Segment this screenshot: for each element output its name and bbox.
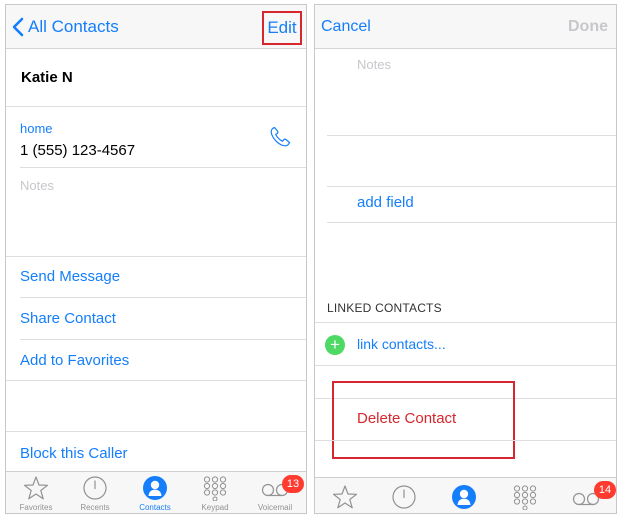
delete-contact-button[interactable]: Delete Contact	[357, 410, 456, 427]
divider	[327, 186, 616, 187]
tab-contacts-label: Contacts	[139, 503, 171, 512]
add-link-plus-icon[interactable]: +	[325, 335, 345, 355]
phone-icon[interactable]	[268, 125, 292, 154]
contact-name: Katie N	[21, 69, 73, 86]
tab-favorites-label: Favorites	[19, 503, 53, 512]
send-message-button[interactable]: Send Message	[20, 268, 120, 285]
tab-bar: Favorites Recents Contacts Keypad Voicem…	[6, 471, 306, 513]
chevron-left-icon	[12, 17, 24, 37]
tab-recents-label: Recents	[80, 503, 110, 512]
keypad-icon	[513, 485, 537, 510]
edit-button[interactable]: Edit	[262, 11, 302, 45]
add-field-button[interactable]: add field	[357, 194, 414, 211]
divider	[20, 167, 306, 168]
edit-contact-screen: Cancel Done Notes add field LINKED CONTA…	[314, 4, 617, 514]
tab-contacts[interactable]	[434, 484, 494, 510]
divider	[20, 297, 306, 298]
clock-icon	[83, 476, 107, 500]
divider	[327, 222, 616, 223]
voicemail-badge: 13	[282, 475, 304, 493]
block-caller-button[interactable]: Block this Caller	[20, 445, 128, 462]
notes-field[interactable]: Notes	[357, 57, 391, 72]
divider	[315, 322, 616, 323]
all-contacts-back-button[interactable]: All Contacts	[12, 15, 119, 39]
tab-keypad-label: Keypad	[201, 503, 229, 512]
tab-favorites[interactable]: Favorites	[6, 475, 66, 512]
tab-recents[interactable]: Recents	[65, 475, 125, 512]
divider	[315, 440, 616, 441]
divider	[6, 256, 306, 257]
divider	[20, 339, 306, 340]
star-icon	[332, 485, 358, 509]
navigation-bar: All Contacts Edit	[6, 5, 306, 49]
voicemail-badge: 14	[594, 481, 616, 499]
phone-type-label: home	[20, 121, 53, 136]
share-contact-button[interactable]: Share Contact	[20, 310, 116, 327]
tab-bar: 14	[315, 477, 616, 513]
phone-number[interactable]: 1 (555) 123-4567	[20, 142, 135, 159]
notes-field[interactable]: Notes	[20, 178, 54, 193]
divider	[6, 431, 306, 432]
tab-contacts[interactable]: Contacts	[125, 475, 185, 512]
tab-keypad[interactable]	[495, 484, 555, 510]
edit-button-label: Edit	[267, 18, 297, 37]
cancel-button[interactable]: Cancel	[321, 18, 371, 36]
keypad-icon	[203, 476, 227, 501]
link-contacts-button[interactable]: link contacts...	[357, 336, 446, 352]
tab-recents[interactable]	[374, 484, 434, 510]
divider	[327, 135, 616, 136]
divider	[6, 106, 306, 107]
star-icon	[23, 476, 49, 500]
add-to-favorites-button[interactable]: Add to Favorites	[20, 352, 129, 369]
back-button-label: All Contacts	[28, 17, 119, 36]
divider	[6, 380, 306, 381]
linked-contacts-header: LINKED CONTACTS	[327, 301, 442, 315]
contact-detail-screen: All Contacts Edit Katie N home 1 (555) 1…	[5, 4, 307, 514]
divider	[315, 365, 616, 366]
tab-favorites[interactable]	[315, 484, 375, 510]
tab-voicemail-label: Voicemail	[257, 503, 293, 512]
done-button: Done	[568, 18, 608, 35]
tab-voicemail[interactable]: Voicemail 13	[245, 475, 305, 512]
contacts-icon	[452, 485, 476, 509]
contacts-icon	[143, 476, 167, 500]
clock-icon	[392, 485, 416, 509]
tab-voicemail[interactable]: 14	[556, 481, 616, 510]
tab-keypad[interactable]: Keypad	[185, 475, 245, 512]
navigation-bar: Cancel Done	[315, 5, 616, 49]
